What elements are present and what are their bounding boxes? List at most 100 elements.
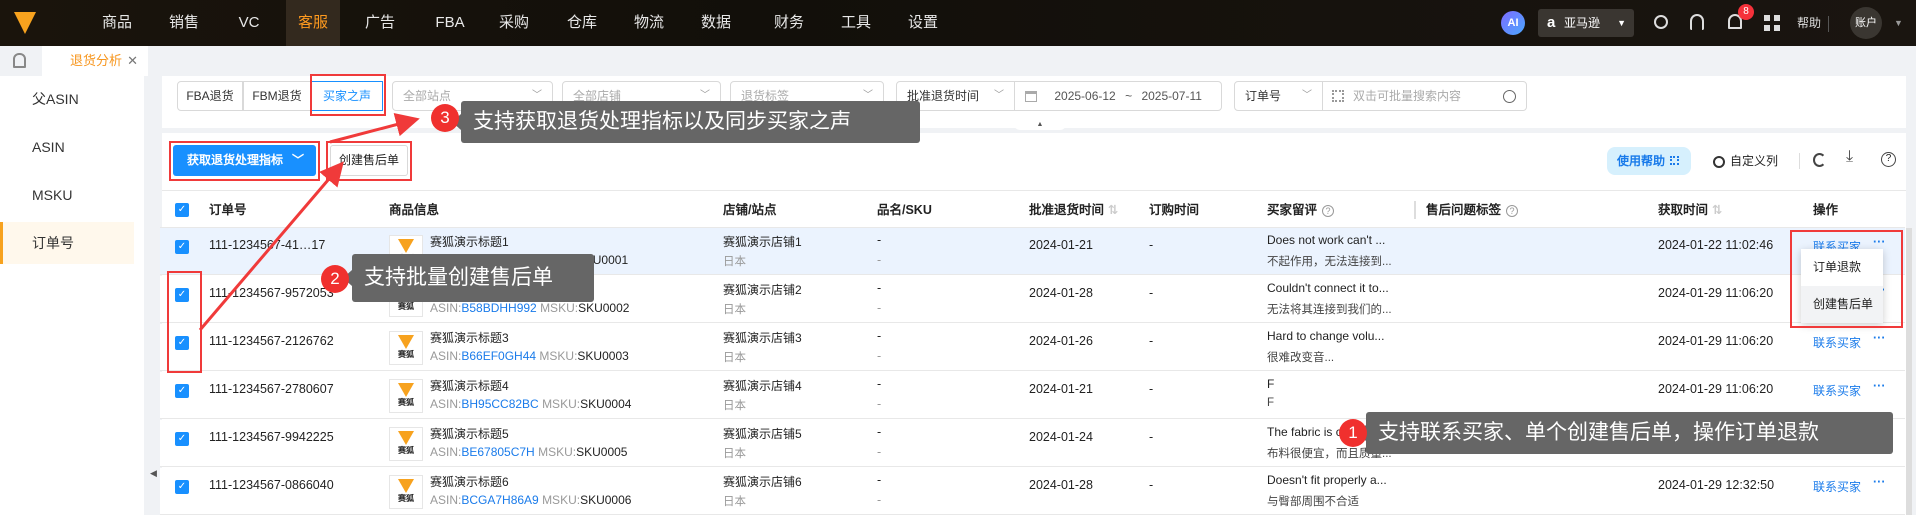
column-header-9: 操作 xyxy=(1813,203,1839,217)
apps-grid-icon[interactable] xyxy=(1764,15,1780,31)
review-original[interactable]: Couldn't connect it to... xyxy=(1267,281,1389,295)
review-original[interactable]: Doesn't fit properly a... xyxy=(1267,473,1387,487)
order-number[interactable]: 111-1234567-9572053 xyxy=(209,286,334,300)
headset-icon[interactable] xyxy=(1690,14,1704,30)
caret-down-icon[interactable]: ▼ xyxy=(1894,0,1903,46)
nav-item-3[interactable]: 客服 xyxy=(286,0,340,46)
column-header-2: 店铺/站点 xyxy=(723,203,777,217)
highlight-fetch-button xyxy=(169,141,320,181)
asin-link[interactable]: B66EF0GH44 xyxy=(461,349,536,363)
search-icon[interactable] xyxy=(1654,15,1668,29)
home-icon[interactable] xyxy=(13,53,26,68)
collapse-sidebar-icon[interactable]: ◀ xyxy=(150,468,157,479)
more-actions-icon[interactable]: ··· xyxy=(1873,475,1886,489)
product-title[interactable]: 赛狐演示标题6 xyxy=(430,473,509,490)
close-icon[interactable]: ✕ xyxy=(127,46,138,76)
amazon-icon: a xyxy=(1547,14,1556,31)
segment-1[interactable]: FBM退货 xyxy=(243,81,311,111)
account-avatar[interactable]: 账户 xyxy=(1850,7,1882,39)
site-name: 日本 xyxy=(723,256,746,268)
ai-icon[interactable]: AI xyxy=(1501,11,1525,35)
review-original[interactable]: Does not work can't ... xyxy=(1267,233,1385,247)
product-title[interactable]: 赛狐演示标题5 xyxy=(430,425,509,442)
order-number[interactable]: 111-1234567-9942225 xyxy=(209,430,334,444)
asin-link[interactable]: B58BDHH992 xyxy=(461,301,536,315)
help-icon[interactable]: ? xyxy=(1506,205,1519,217)
review-original[interactable]: Hard to change volu... xyxy=(1267,329,1384,343)
site-name: 日本 xyxy=(723,448,746,460)
nav-item-10[interactable]: 财务 xyxy=(762,0,816,46)
row-checkbox[interactable]: ✓ xyxy=(175,384,189,398)
nav-item-1[interactable]: 销售 xyxy=(157,0,211,46)
site-name: 日本 xyxy=(723,496,746,508)
refresh-icon[interactable] xyxy=(1813,153,1826,167)
nav-item-4[interactable]: 广告 xyxy=(353,0,407,46)
site-name: 日本 xyxy=(723,400,746,412)
search-type-select[interactable]: 订单号 ﹀ xyxy=(1234,81,1323,111)
nav-item-7[interactable]: 仓库 xyxy=(555,0,609,46)
row-checkbox[interactable]: ✓ xyxy=(175,480,189,494)
contact-buyer-link[interactable]: 联系买家 xyxy=(1813,382,1861,399)
asin-link[interactable]: BCGA7H86A9 xyxy=(461,493,538,507)
usage-help-button[interactable]: 使用帮助 xyxy=(1607,147,1691,175)
shop-name: 赛狐演示店铺6 xyxy=(723,475,802,489)
nav-item-2[interactable]: VC xyxy=(222,0,276,46)
more-actions-icon[interactable]: ··· xyxy=(1873,331,1886,345)
search-icon[interactable] xyxy=(1503,90,1516,103)
sidebar-item-1[interactable]: ASIN xyxy=(0,126,144,168)
nav-item-0[interactable]: 商品 xyxy=(90,0,144,46)
more-actions-icon[interactable]: ··· xyxy=(1873,379,1886,393)
column-header-7: 售后问题标签? xyxy=(1426,193,1519,227)
order-number[interactable]: 111-1234567-41…17 xyxy=(209,238,325,252)
vertical-scrollbar[interactable] xyxy=(1906,228,1912,515)
divider xyxy=(1828,16,1829,32)
help-icon[interactable]: ? xyxy=(1322,205,1335,217)
product-title[interactable]: 赛狐演示标题4 xyxy=(430,377,509,394)
review-original[interactable]: F xyxy=(1267,377,1274,391)
product-title[interactable]: 赛狐演示标题1 xyxy=(430,233,509,250)
review-translated: 不起作用，无法连接到... xyxy=(1267,256,1392,268)
contact-buyer-link[interactable]: 联系买家 xyxy=(1813,478,1861,495)
row-checkbox[interactable]: ✓ xyxy=(175,432,189,446)
search-input[interactable]: 双击可批量搜索内容 xyxy=(1322,81,1527,111)
fox-logo-icon xyxy=(398,239,414,253)
row-checkbox[interactable]: ✓ xyxy=(175,240,189,254)
order-number[interactable]: 111-1234567-2126762 xyxy=(209,334,334,348)
sort-icon[interactable]: ⇅ xyxy=(1712,203,1722,217)
chevron-down-icon: ﹀ xyxy=(994,90,1004,101)
asin-link[interactable]: BE67805C7H xyxy=(461,445,534,459)
order-number[interactable]: 111-1234567-2780607 xyxy=(209,382,334,396)
fox-logo-icon xyxy=(398,335,414,349)
sku-name: - xyxy=(877,425,882,439)
nav-item-11[interactable]: 工具 xyxy=(829,0,883,46)
help-icon[interactable]: ? xyxy=(1881,152,1896,167)
sidebar-item-2[interactable]: MSKU xyxy=(0,174,144,216)
asin-link[interactable]: BH95CC82BC xyxy=(461,397,538,411)
marketplace-select[interactable]: a 亚马逊 ▼ xyxy=(1538,9,1634,37)
logo-icon[interactable] xyxy=(14,12,36,34)
order-number[interactable]: 111-1234567-0866040 xyxy=(209,478,334,492)
nav-item-8[interactable]: 物流 xyxy=(622,0,676,46)
date-range-picker[interactable]: 2025-06-12 ~ 2025-07-11 xyxy=(1014,81,1222,111)
approve-time: 2024-01-24 xyxy=(1029,430,1093,444)
date-end: 2025-07-11 xyxy=(1141,89,1202,103)
nav-item-5[interactable]: FBA xyxy=(420,0,480,46)
tab-return-analysis[interactable]: 退货分析 ✕ xyxy=(42,46,148,76)
nav-item-9[interactable]: 数据 xyxy=(689,0,743,46)
column-header-0: 订单号 xyxy=(209,203,247,217)
approve-time: 2024-01-26 xyxy=(1029,334,1093,348)
nav-item-6[interactable]: 采购 xyxy=(487,0,541,46)
sidebar-item-0[interactable]: 父ASIN xyxy=(0,78,144,120)
sidebar-item-3[interactable]: 订单号 xyxy=(0,222,134,264)
download-icon[interactable]: ⤓ xyxy=(1846,148,1853,166)
product-thumbnail: 赛狐 xyxy=(389,379,423,413)
select-all-checkbox[interactable]: ✓ xyxy=(175,203,189,217)
help-link[interactable]: 帮助 xyxy=(1797,0,1821,46)
sort-icon[interactable]: ⇅ xyxy=(1108,203,1118,217)
segment-0[interactable]: FBA退货 xyxy=(177,81,243,111)
collapse-filter-toggle[interactable]: ▲ xyxy=(1014,120,1066,130)
nav-item-12[interactable]: 设置 xyxy=(896,0,950,46)
contact-buyer-link[interactable]: 联系买家 xyxy=(1813,334,1861,351)
custom-columns-button[interactable]: 自定义列 xyxy=(1713,147,1778,175)
product-title[interactable]: 赛狐演示标题3 xyxy=(430,329,509,346)
